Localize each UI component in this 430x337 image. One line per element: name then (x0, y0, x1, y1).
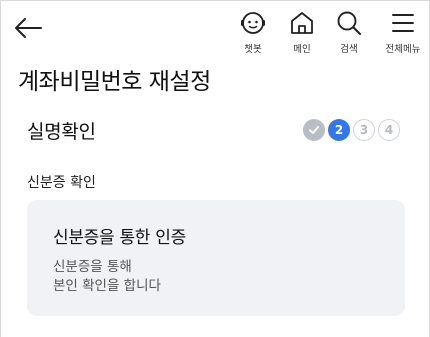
card-title: 신분증을 통한 인증 (53, 228, 186, 248)
back-arrow-icon (15, 18, 42, 38)
step-3: 3 (353, 119, 375, 141)
back-button[interactable] (10, 10, 46, 46)
home-icon (287, 8, 317, 38)
id-card-auth-option[interactable]: 신분증을 통한 인증 신분증을 통해 본인 확인을 합니다 (27, 200, 405, 316)
checkmark-icon (309, 126, 319, 134)
nav-home-button[interactable]: 메인 (279, 8, 325, 60)
nav-menu-label: 전체메뉴 (385, 44, 421, 55)
card-desc-line-1: 신분증을 통해 (53, 259, 132, 275)
id-check-label: 신분증 확인 (27, 175, 96, 191)
card-description: 신분증을 통해 본인 확인을 합니다 (53, 258, 161, 296)
search-icon (334, 8, 364, 38)
top-bar: 챗봇 메인 검색 전체메뉴 (0, 0, 430, 62)
step-4: 4 (378, 119, 400, 141)
card-desc-line-2: 본인 확인을 합니다 (53, 278, 161, 294)
step-indicator: 2 3 4 (303, 119, 400, 141)
nav-menu-button[interactable]: 전체메뉴 (380, 8, 426, 60)
nav-search-label: 검색 (340, 44, 358, 55)
nav-chatbot-button[interactable]: 챗봇 (230, 8, 276, 60)
nav-search-button[interactable]: 검색 (326, 8, 372, 60)
nav-home-label: 메인 (293, 44, 311, 55)
step-2-current: 2 (328, 119, 350, 141)
section-title: 실명확인 (27, 121, 96, 143)
menu-icon (388, 8, 418, 38)
page-title: 계좌비밀번호 재설정 (18, 69, 211, 95)
step-1-done (303, 119, 325, 141)
chatbot-icon (238, 8, 268, 38)
nav-chatbot-label: 챗봇 (244, 44, 262, 55)
